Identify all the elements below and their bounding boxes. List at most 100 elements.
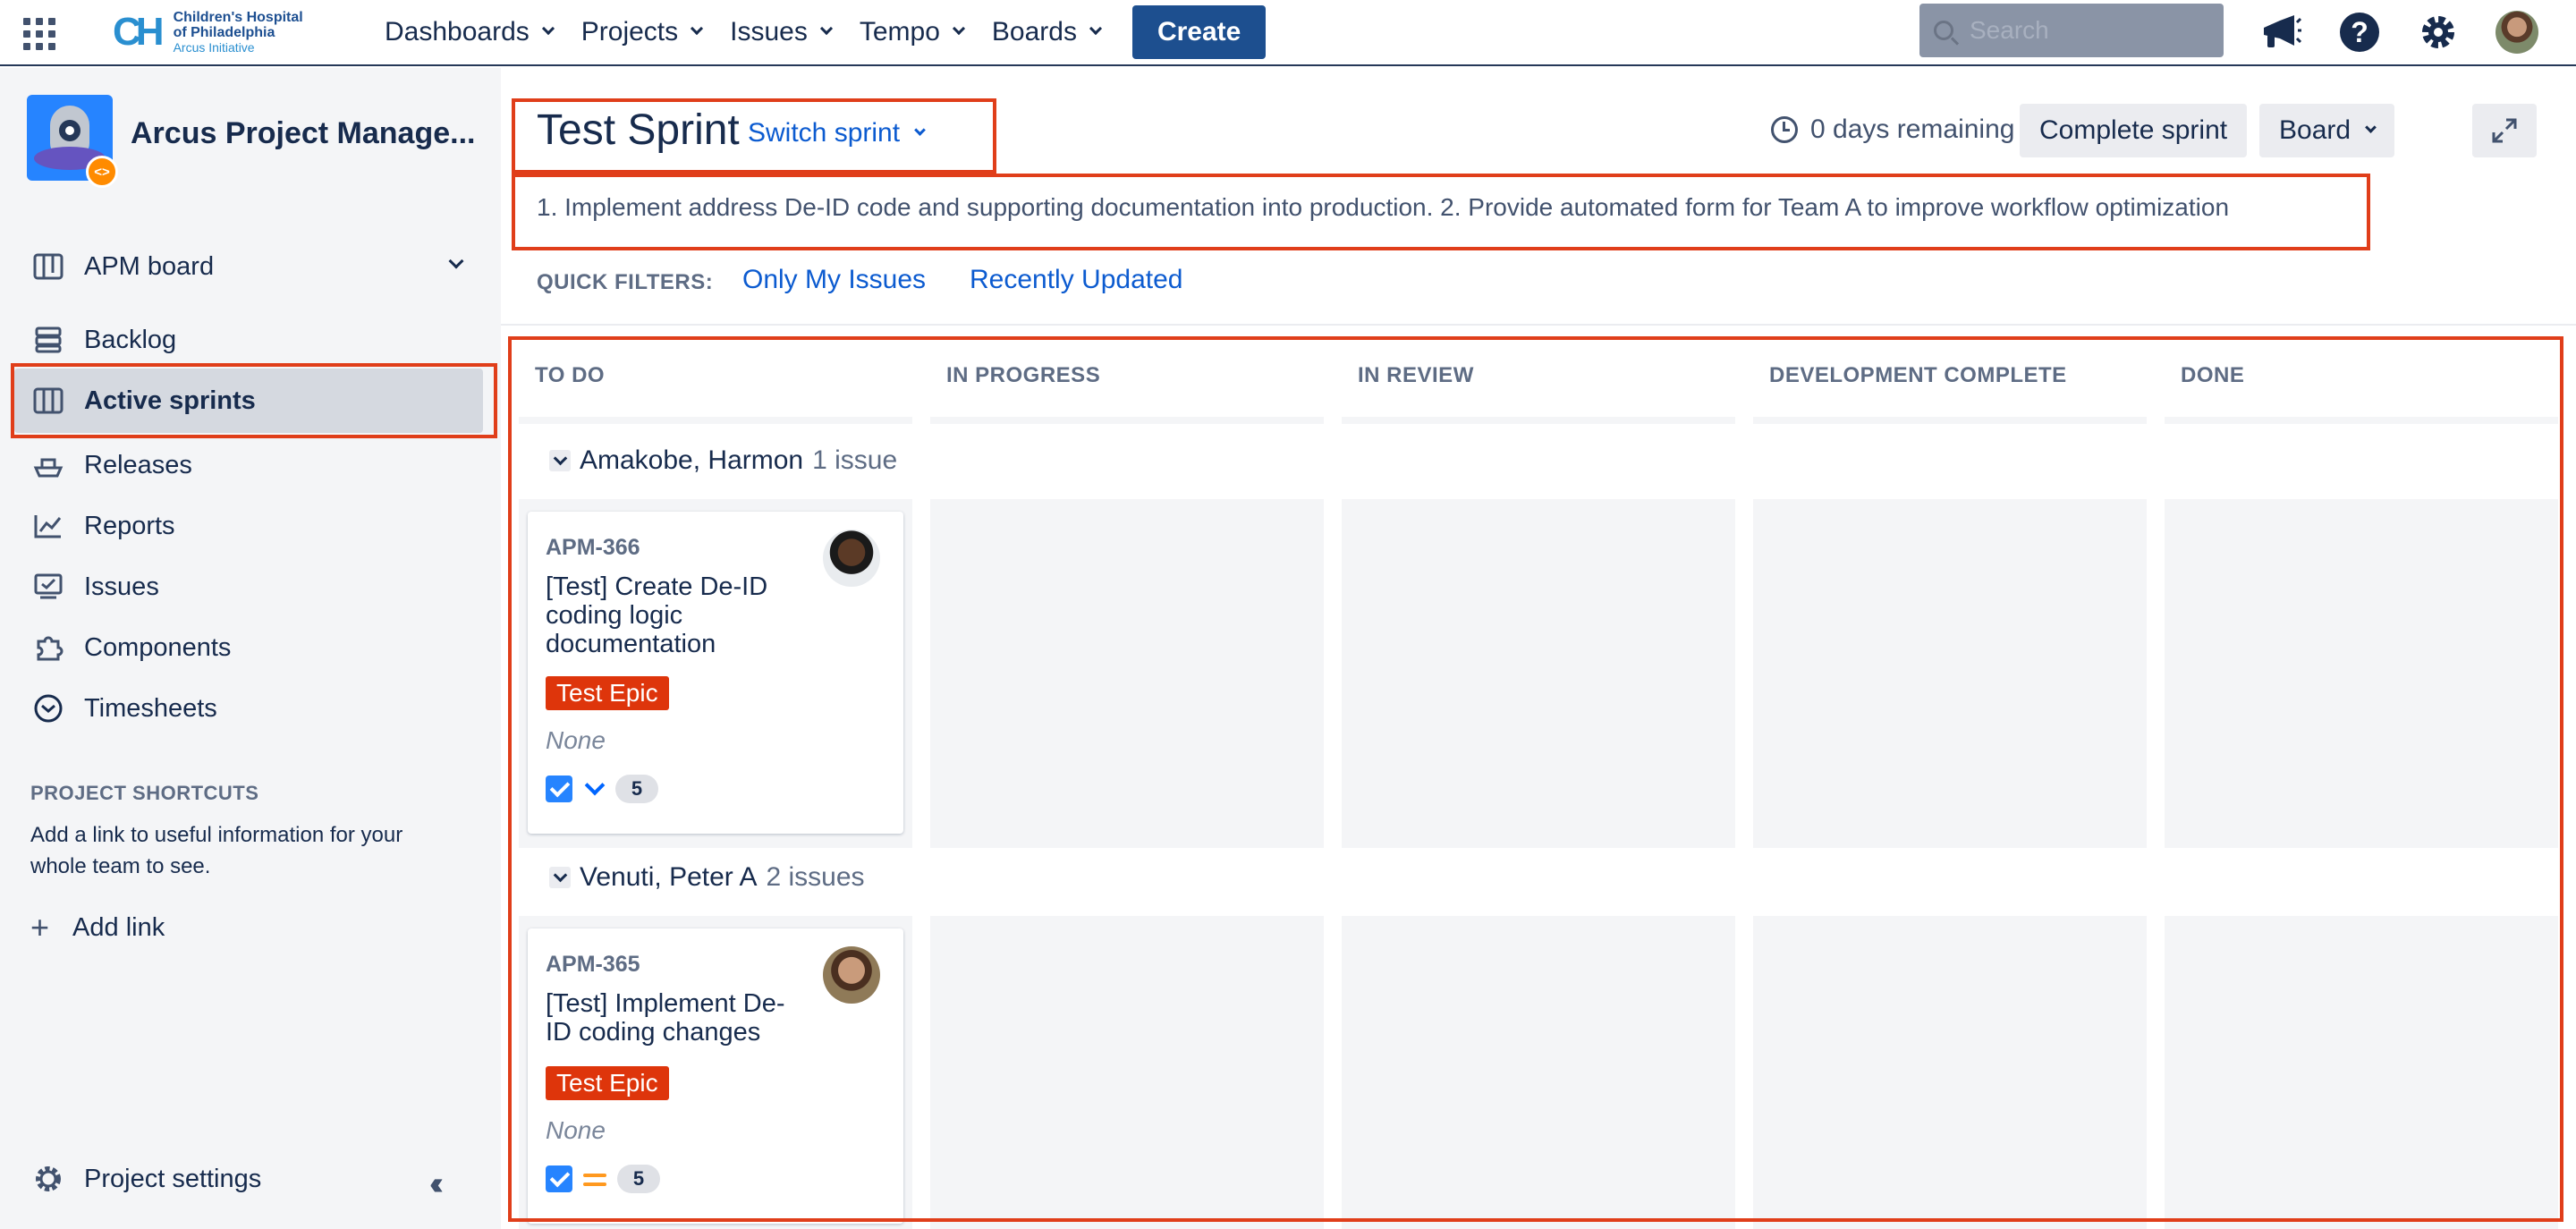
project-settings-link[interactable]: Project settings xyxy=(32,1163,261,1195)
sidebar-item-label: Timesheets xyxy=(84,693,217,723)
swimlane-assignee: Amakobe, Harmon xyxy=(580,445,804,475)
switch-sprint-label: Switch sprint xyxy=(748,118,901,148)
add-link-button[interactable]: + Add link xyxy=(30,909,165,946)
filter-recently-updated[interactable]: Recently Updated xyxy=(970,265,1182,295)
nav-boards[interactable]: Boards xyxy=(991,17,1103,47)
issue-card[interactable]: APM-365 [Test] Implement De-ID coding ch… xyxy=(528,928,903,1224)
nav-dashboards[interactable]: Dashboards xyxy=(385,17,555,47)
logo-line-1: Children's Hospital xyxy=(173,9,303,25)
board-icon xyxy=(32,385,64,417)
create-button[interactable]: Create xyxy=(1131,5,1267,59)
sidebar-item-components[interactable]: Components xyxy=(32,623,231,673)
user-avatar[interactable] xyxy=(2494,9,2540,55)
plus-icon: + xyxy=(30,909,50,945)
swimlane-count: 1 issue xyxy=(812,445,898,475)
issue-card[interactable]: APM-366 [Test] Create De-ID coding logic… xyxy=(528,512,903,834)
site-logo[interactable]: CH Children's Hospital of Philadelphia A… xyxy=(113,4,303,61)
divider xyxy=(501,324,2576,326)
chevron-down-icon xyxy=(914,123,926,136)
project-sidebar: <> Arcus Project Manage... APM board Bac… xyxy=(0,68,501,1229)
sidebar-item-backlog[interactable]: Backlog xyxy=(32,315,176,365)
board-selector[interactable]: APM board xyxy=(32,242,214,292)
nav-issues[interactable]: Issues xyxy=(730,17,833,47)
code-badge-icon: <> xyxy=(86,156,118,188)
nav-tempo[interactable]: Tempo xyxy=(860,17,965,47)
column-strip xyxy=(519,417,912,424)
story-points-badge: 5 xyxy=(615,775,658,803)
search-icon xyxy=(1934,21,1953,40)
logo-line-2: of Philadelphia xyxy=(173,24,275,40)
column-strip xyxy=(1753,417,2147,424)
search-input[interactable]: Search xyxy=(1919,4,2224,57)
collapse-sidebar-icon[interactable]: ‹‹ xyxy=(429,1165,444,1202)
project-settings-label: Project settings xyxy=(84,1164,262,1193)
column-header-in-review: IN REVIEW xyxy=(1358,363,1474,387)
story-points-badge: 5 xyxy=(617,1165,660,1193)
sidebar-item-label: Backlog xyxy=(84,325,177,354)
sidebar-item-label: Issues xyxy=(84,572,159,601)
sidebar-item-timesheets[interactable]: Timesheets xyxy=(32,683,217,733)
swimlane-header[interactable]: Venuti, Peter A 2 issues xyxy=(549,862,865,893)
expand-icon xyxy=(2492,118,2517,143)
chevron-down-icon xyxy=(2365,121,2377,133)
column-header-todo: TO DO xyxy=(535,363,606,387)
assignee-avatar[interactable] xyxy=(823,946,880,1004)
megaphone-icon[interactable] xyxy=(2258,9,2304,55)
days-remaining-label: 0 days remaining xyxy=(1810,114,2015,144)
settings-icon[interactable] xyxy=(2415,9,2462,55)
issues-icon xyxy=(32,571,64,603)
column-cell xyxy=(1753,916,2147,1229)
issue-summary: [Test] Implement De-ID coding changes xyxy=(546,989,785,1047)
sidebar-item-issues[interactable]: Issues xyxy=(32,562,159,612)
swimlane-header[interactable]: Amakobe, Harmon 1 issue xyxy=(549,445,897,476)
sidebar-item-reports[interactable]: Reports xyxy=(32,501,175,551)
filter-only-my-issues[interactable]: Only My Issues xyxy=(742,265,926,295)
shortcuts-heading: PROJECT SHORTCUTS xyxy=(30,782,259,804)
board-menu-button[interactable]: Board xyxy=(2259,104,2395,157)
chevron-down-icon xyxy=(952,21,965,36)
sidebar-item-label: Components xyxy=(84,632,232,662)
complete-sprint-button[interactable]: Complete sprint xyxy=(2020,104,2248,157)
quick-filters-label: QUICK FILTERS: xyxy=(537,270,714,294)
project-name[interactable]: Arcus Project Manage... xyxy=(131,116,475,151)
logo-line-3: Arcus Initiative xyxy=(173,39,255,55)
help-icon[interactable]: ? xyxy=(2336,9,2383,55)
task-type-icon xyxy=(546,776,572,802)
nav-issues-label: Issues xyxy=(730,17,808,47)
issue-summary: [Test] Create De-ID coding logic documen… xyxy=(546,572,768,658)
days-remaining: 0 days remaining xyxy=(1771,114,2014,145)
clock-icon xyxy=(1771,116,1798,143)
board-menu-label: Board xyxy=(2279,115,2351,145)
search-placeholder: Search xyxy=(1970,16,2049,44)
ship-icon xyxy=(32,449,64,481)
sidebar-item-active-sprints[interactable]: Active sprints xyxy=(14,369,483,433)
sidebar-item-label: Active sprints xyxy=(84,386,256,415)
chevron-down-icon xyxy=(541,21,555,36)
app-switcher-icon[interactable] xyxy=(23,18,55,50)
nav-projects[interactable]: Projects xyxy=(581,17,704,47)
chevron-down-icon xyxy=(549,450,571,471)
gear-icon xyxy=(32,1163,64,1195)
task-type-icon xyxy=(546,1165,572,1192)
fix-version: None xyxy=(546,1116,606,1144)
column-strip xyxy=(1342,417,1735,424)
nav-boards-label: Boards xyxy=(991,17,1077,47)
board-main: Test Sprint Switch sprint 0 days remaini… xyxy=(501,68,2576,1229)
sidebar-item-releases[interactable]: Releases xyxy=(32,440,192,490)
swimlane-assignee: Venuti, Peter A xyxy=(580,862,758,892)
chevron-down-icon xyxy=(1089,21,1103,36)
column-header-dev-complete: DEVELOPMENT COMPLETE xyxy=(1769,363,2067,387)
issue-key[interactable]: APM-365 xyxy=(546,952,640,978)
column-header-in-progress: IN PROGRESS xyxy=(946,363,1101,387)
column-cell xyxy=(930,916,1324,1229)
board-icon xyxy=(32,250,64,283)
fix-version: None xyxy=(546,726,606,754)
switch-sprint-button[interactable]: Switch sprint xyxy=(748,118,926,148)
fullscreen-button[interactable] xyxy=(2472,104,2537,157)
swimlane-count: 2 issues xyxy=(766,862,865,892)
chevron-down-icon[interactable] xyxy=(448,253,464,269)
assignee-avatar[interactable] xyxy=(823,530,880,587)
top-navigation: CH Children's Hospital of Philadelphia A… xyxy=(0,0,2576,66)
issue-key[interactable]: APM-366 xyxy=(546,535,640,561)
clock-icon xyxy=(32,692,64,725)
